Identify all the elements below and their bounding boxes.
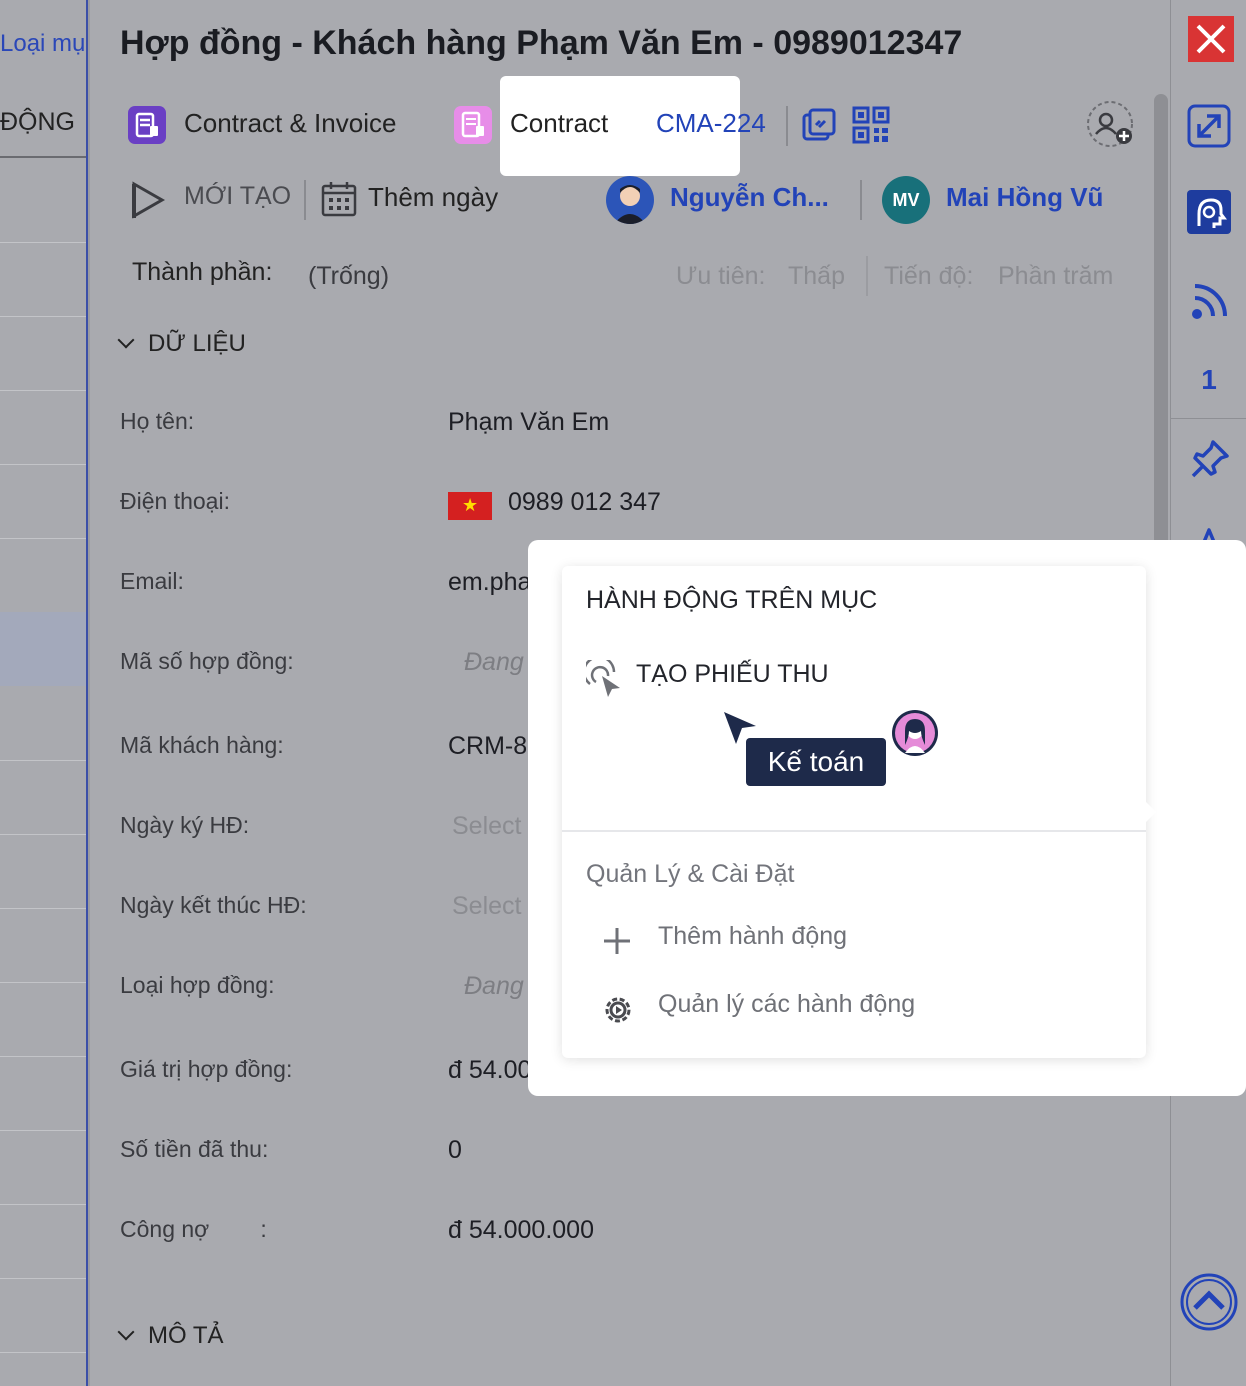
field-label: Công nợ :: [120, 1216, 267, 1242]
list-divider: [0, 760, 86, 761]
qr-code-icon[interactable]: [852, 106, 890, 144]
priority-value[interactable]: Thấp: [788, 262, 845, 291]
field-label: Số tiền đã thu:: [120, 1136, 269, 1162]
chevron-down-icon: [117, 331, 135, 349]
section-title: DỮ LIỆU: [148, 330, 246, 357]
toolbar-divider: [304, 180, 306, 220]
status-label[interactable]: MỚI TẠO: [184, 182, 291, 211]
accountant-avatar: [892, 710, 938, 756]
popover-title: HÀNH ĐỘNG TRÊN MỤC: [586, 586, 878, 614]
contract-type-label[interactable]: Contract: [510, 108, 608, 139]
rail-divider: [1171, 418, 1246, 419]
section-data-toggle[interactable]: DỮ LIỆU: [117, 330, 246, 358]
list-divider: [0, 242, 86, 243]
chevron-down-icon: [117, 1323, 135, 1341]
priority-label: Ưu tiên:: [676, 262, 766, 290]
assignee-name[interactable]: Mai Hồng Vũ: [946, 182, 1103, 213]
list-divider: [0, 1204, 86, 1205]
left-list-panel: Loại mụ ĐỘNG: [0, 0, 88, 1386]
meta-row: Thành phần: (Trống) Ưu tiên: Thấp Tiến đ…: [90, 254, 1170, 298]
field-label: Mã số hợp đồng:: [120, 648, 294, 674]
left-tab-label[interactable]: ĐỘNG: [0, 108, 75, 137]
avatar-initials[interactable]: MV: [882, 176, 930, 224]
avatar[interactable]: [606, 176, 654, 224]
list-divider: [0, 464, 86, 465]
field-value[interactable]: 0989 012 347: [508, 488, 661, 517]
components-label: Thành phần:: [132, 258, 273, 286]
create-receipt-action[interactable]: TẠO PHIẾU THU: [582, 655, 1006, 700]
action-label[interactable]: TẠO PHIẾU THU: [636, 660, 829, 689]
list-divider: [0, 1352, 86, 1353]
field-label: Giá trị hợp đồng:: [120, 1056, 293, 1082]
field-label: Ngày ký HĐ:: [120, 812, 250, 838]
add-follower-icon[interactable]: [1086, 100, 1136, 150]
list-divider: [0, 834, 86, 835]
field-label: Mã khách hàng:: [120, 732, 284, 758]
field-value[interactable]: đ 54.000.000: [448, 1216, 594, 1245]
progress-value[interactable]: Phần trăm: [998, 262, 1113, 291]
gear-icon: [600, 992, 636, 1028]
notification-counter[interactable]: 1: [1171, 364, 1246, 396]
calendar-icon[interactable]: [320, 180, 358, 218]
add-action-label[interactable]: Thêm hành động: [658, 922, 847, 951]
record-code-link[interactable]: CMA-224: [656, 108, 766, 139]
field-value[interactable]: 0: [448, 1136, 462, 1165]
vietnam-flag-icon: [448, 492, 492, 520]
add-date-label[interactable]: Thêm ngày: [368, 182, 498, 213]
list-divider: [0, 1056, 86, 1057]
app-label[interactable]: Contract & Invoice: [184, 108, 396, 139]
field-label: Điện thoại:: [120, 488, 230, 514]
popover-divider: [562, 830, 1146, 832]
click-action-icon: [582, 655, 626, 700]
list-divider: [0, 908, 86, 909]
close-button[interactable]: [1188, 16, 1234, 62]
plus-icon: [602, 926, 632, 956]
add-action-item[interactable]: Thêm hành động: [598, 922, 1018, 962]
assignee-name[interactable]: Nguyễn Ch...: [670, 182, 829, 213]
meta-divider: [866, 256, 868, 296]
field-label: Họ tên:: [120, 408, 195, 434]
field-label: Loại hợp đồng:: [120, 972, 275, 998]
expand-icon[interactable]: [1185, 102, 1233, 150]
manage-actions-label[interactable]: Quản lý các hành động: [658, 990, 915, 1019]
toolbar-divider: [786, 106, 788, 146]
item-actions-popover: HÀNH ĐỘNG TRÊN MỤC TẠO PHIẾU THU Quản Lý…: [562, 566, 1156, 1058]
components-value[interactable]: (Trống): [308, 262, 389, 291]
invoice-app-icon[interactable]: [128, 106, 166, 144]
list-divider: [0, 1130, 86, 1131]
list-divider: [0, 390, 86, 391]
ai-assistant-icon[interactable]: [1185, 188, 1233, 236]
feed-icon[interactable]: [1185, 278, 1233, 326]
left-breadcrumb[interactable]: Loại mụ: [0, 30, 85, 58]
field-phone: Điện thoại: 0989 012 347: [120, 488, 1140, 528]
field-label: Ngày kết thúc HĐ:: [120, 892, 307, 918]
list-divider: [0, 982, 86, 983]
accountant-tooltip: Kế toán: [746, 738, 886, 786]
list-divider: [0, 538, 86, 539]
status-toolbar: MỚI TẠO Thêm ngày Nguyễn Ch... MV Mai Hồ…: [90, 172, 1170, 228]
list-divider: [0, 1278, 86, 1279]
record-toolbar: Contract & Invoice Contract CMA-224: [90, 98, 1170, 154]
section-title: MÔ TẢ: [148, 1322, 224, 1349]
manage-actions-item[interactable]: Quản lý các hành động: [598, 990, 1018, 1030]
scroll-top-button[interactable]: [1179, 1272, 1239, 1332]
field-value[interactable]: Phạm Văn Em: [448, 408, 609, 437]
pin-icon[interactable]: [1185, 436, 1233, 484]
popover-section-title: Quản Lý & Cài Đặt: [586, 860, 795, 888]
list-divider: [0, 316, 86, 317]
left-tab-underline: [0, 156, 86, 158]
section-description-toggle[interactable]: MÔ TẢ: [117, 1322, 224, 1350]
toolbar-divider: [860, 180, 862, 220]
field-amount-paid: Số tiền đã thu: 0: [120, 1136, 1140, 1176]
field-label: Email:: [120, 568, 184, 594]
progress-label: Tiến độ:: [884, 262, 974, 290]
page-title: Hợp đồng - Khách hàng Phạm Văn Em - 0989…: [120, 24, 963, 62]
field-full-name: Họ tên: Phạm Văn Em: [120, 408, 1140, 448]
contract-type-icon[interactable]: [454, 106, 492, 144]
field-debt: Công nợ : đ 54.000.000: [120, 1216, 1140, 1256]
status-play-icon[interactable]: [130, 180, 166, 220]
copy-link-icon[interactable]: [800, 106, 838, 144]
list-item-selected[interactable]: [0, 612, 86, 686]
